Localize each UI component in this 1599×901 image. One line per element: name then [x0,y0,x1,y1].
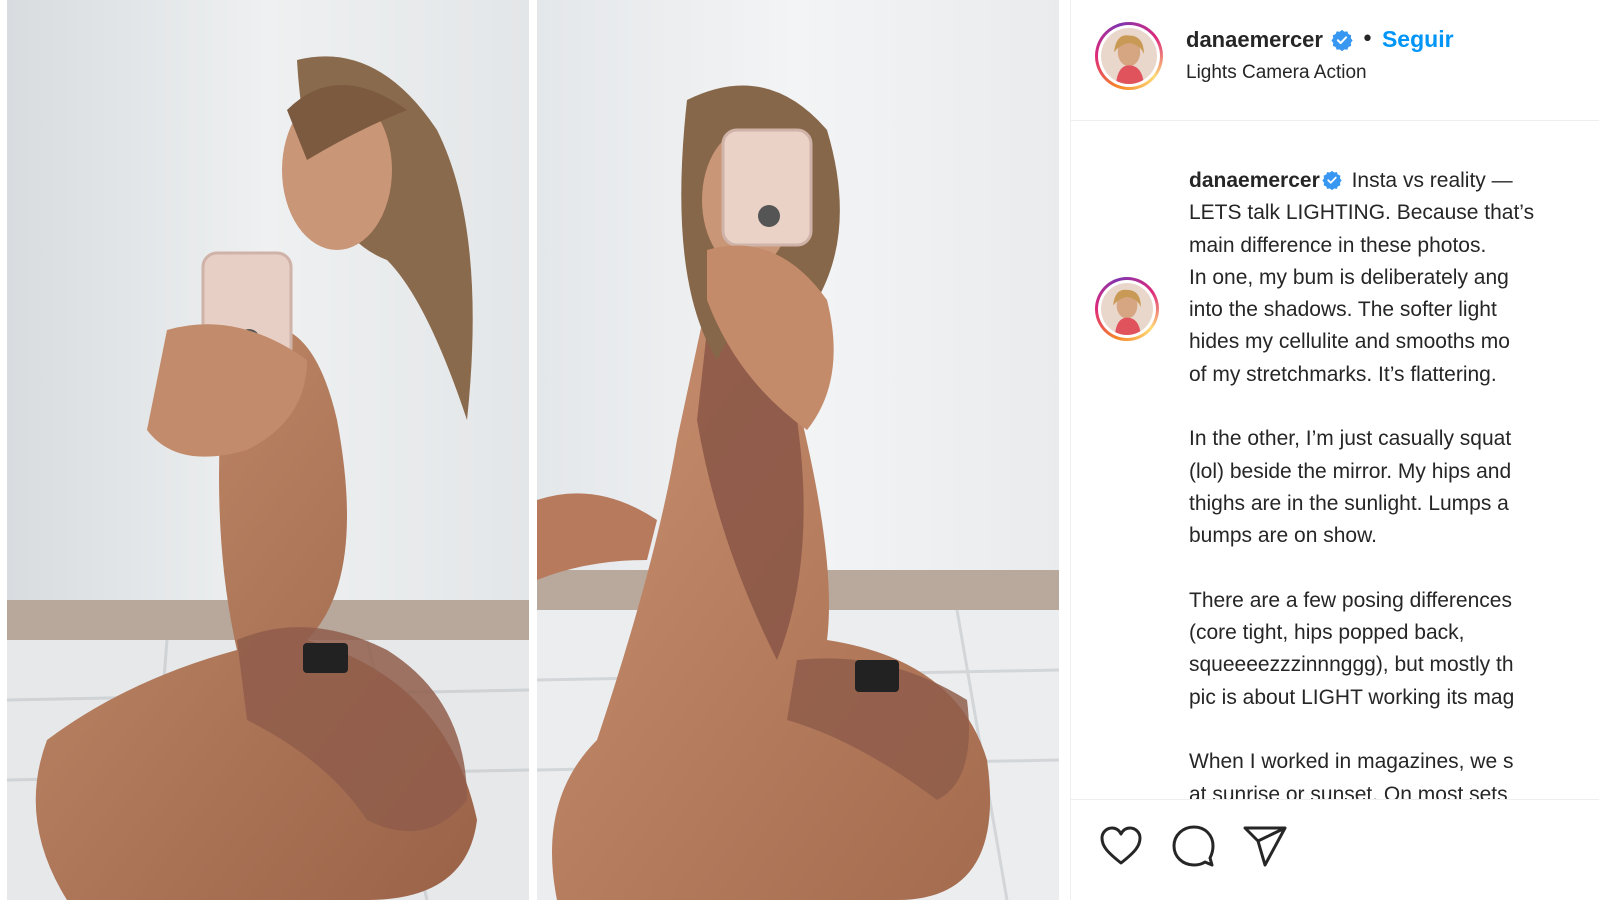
comment-bubble-icon[interactable] [1169,822,1217,870]
post-media[interactable] [0,0,1070,900]
action-bar [1071,799,1599,901]
avatar[interactable] [1095,22,1163,90]
photo-left [7,0,529,900]
caption-text: Insta vs reality — LETS talk LIGHTING. B… [1189,169,1535,799]
separator-dot: • [1360,27,1374,52]
header-username[interactable]: danaemercer [1186,27,1323,53]
photo-right-image [537,0,1059,900]
post-caption: danaemercer Insta vs reality — LETS talk… [1189,165,1599,799]
post-location[interactable]: Lights Camera Action [1186,62,1367,84]
caption-avatar[interactable] [1095,277,1159,341]
follow-button[interactable]: Seguir [1382,26,1454,53]
post-sidebar: danaemercer • Seguir Lights Camera Actio… [1070,0,1599,900]
verified-badge-icon [1331,29,1353,51]
comments-area: danaemercer Insta vs reality — LETS talk… [1071,121,1599,799]
paper-plane-icon[interactable] [1241,822,1289,870]
verified-badge-icon [1322,168,1342,191]
photo-left-image [7,0,529,900]
heart-icon[interactable] [1097,822,1145,870]
post-header: danaemercer • Seguir Lights Camera Actio… [1071,0,1599,121]
caption-username[interactable]: danaemercer [1189,169,1320,192]
photo-right [537,0,1059,900]
